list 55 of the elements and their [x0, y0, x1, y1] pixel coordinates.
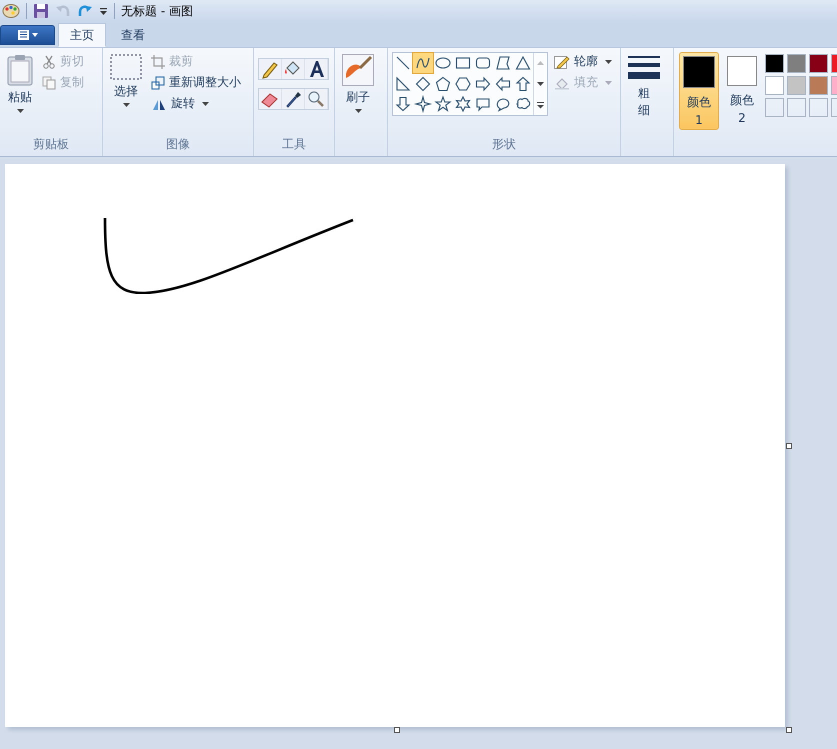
shape-icon[interactable]	[413, 94, 433, 114]
resize-button[interactable]: 重新调整大小	[149, 73, 243, 92]
dashed-rectangle-icon	[110, 54, 142, 80]
caret-icon	[16, 109, 24, 113]
shape-icon[interactable]	[413, 53, 433, 73]
palette-swatch[interactable]	[787, 54, 806, 73]
resize-handle[interactable]	[786, 727, 792, 733]
color-slot-button[interactable]: 颜色 2	[722, 52, 762, 130]
size-button[interactable]: 粗细	[625, 52, 663, 136]
menu-icon	[16, 29, 38, 41]
rotate-button[interactable]: 旋转	[149, 94, 243, 113]
ribbon-tab[interactable]: 查看	[109, 23, 157, 47]
shape-icon[interactable]	[453, 94, 473, 114]
more-icon[interactable]	[536, 100, 545, 109]
paste-button[interactable]: 粘贴	[4, 52, 36, 136]
group-label: 图像	[165, 136, 191, 153]
palette-swatch[interactable]	[809, 54, 828, 73]
select-button[interactable]: 选择	[107, 52, 145, 136]
scroll-down-icon[interactable]	[536, 80, 545, 88]
brush-icon	[342, 54, 374, 86]
eraser-icon[interactable]	[259, 89, 282, 109]
fill-bucket-icon	[554, 76, 570, 90]
group-label: 剪贴板	[32, 136, 70, 153]
caret-icon	[122, 103, 130, 107]
redo-icon[interactable]	[77, 3, 93, 19]
color-slot-button[interactable]: 颜色 1	[679, 52, 719, 130]
resize-icon	[151, 76, 165, 90]
caret-icon	[605, 80, 612, 84]
scissors-icon	[42, 54, 56, 68]
caret-icon	[605, 60, 612, 64]
crop-icon	[151, 54, 165, 68]
customize-caret-icon[interactable]	[99, 6, 108, 16]
resize-handle[interactable]	[786, 443, 792, 449]
copy-icon	[42, 76, 56, 90]
line-width-icon	[628, 54, 660, 82]
ribbon-tab[interactable]: 主页	[58, 23, 106, 47]
pencil-icon	[554, 54, 570, 68]
group-label: 工具	[281, 136, 307, 153]
palette-swatch[interactable]	[765, 76, 784, 95]
file-menu-button[interactable]	[0, 25, 55, 45]
caret-icon	[202, 102, 209, 106]
palette-swatch[interactable]	[787, 76, 806, 95]
clipboard-icon	[7, 54, 33, 86]
shape-icon[interactable]	[433, 94, 453, 114]
fill-bucket-icon[interactable]	[282, 59, 305, 79]
window-title: 无标题 - 画图	[121, 2, 193, 20]
save-icon[interactable]	[33, 3, 49, 19]
caret-icon	[354, 109, 362, 113]
palette-swatch[interactable]	[765, 54, 784, 73]
resize-handle[interactable]	[394, 727, 400, 733]
brushes-button[interactable]: 刷子	[339, 52, 377, 136]
group-label: 形状	[491, 136, 517, 153]
outline-button[interactable]: 轮廓	[552, 52, 614, 71]
palette-swatch[interactable]	[809, 76, 828, 95]
palette-icon	[2, 3, 20, 19]
